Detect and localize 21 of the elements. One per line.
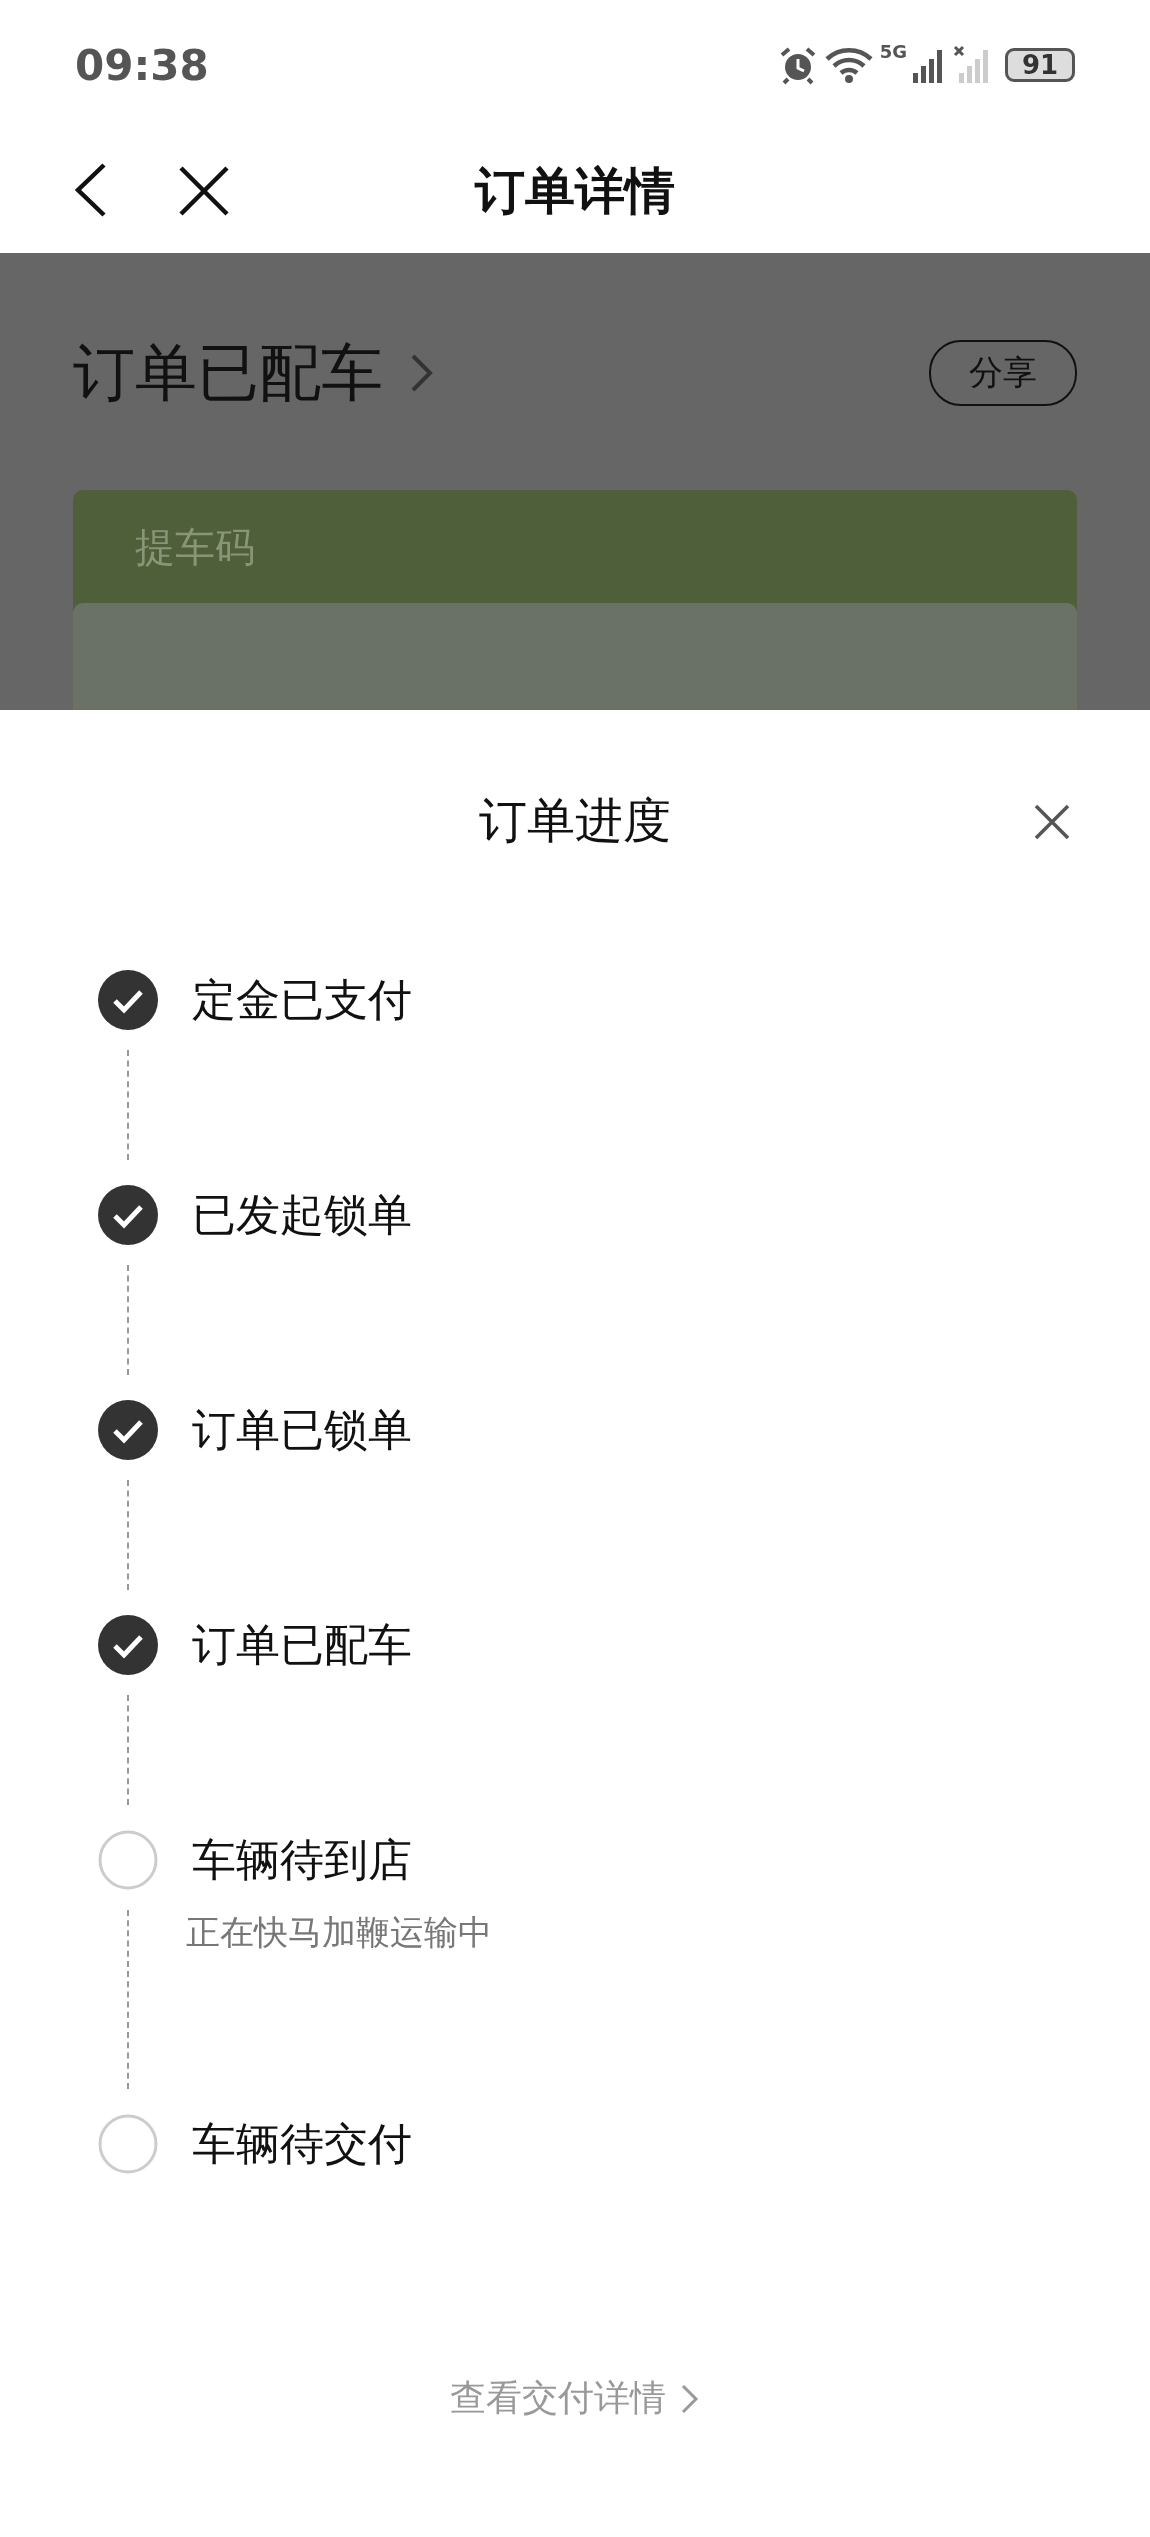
chevron-icon xyxy=(409,352,435,394)
step-label: 车辆待到店 xyxy=(192,1833,413,1887)
sheet-title: 订单进度 xyxy=(479,795,671,845)
step-label: 已发起锁单 xyxy=(192,1188,412,1242)
step-label: 车辆待交付 xyxy=(192,2117,412,2171)
battery-icon: 91 xyxy=(1005,48,1075,82)
network-type: 5G xyxy=(879,41,907,62)
delivery-details-link[interactable]: 查看交付详情 xyxy=(450,2374,666,2423)
pickup-label: 提车码 xyxy=(134,523,256,572)
status-time: 09:38 xyxy=(75,40,209,90)
close-icon[interactable] xyxy=(1033,803,1071,841)
wifi-icon xyxy=(823,45,874,85)
step-note: 正在快马加鞭运输中 xyxy=(186,1911,492,1954)
step-label: 订单已配车 xyxy=(192,1618,412,1672)
close-icon[interactable] xyxy=(178,165,230,217)
step-label: 订单已锁单 xyxy=(192,1403,412,1457)
page-title: 订单详情 xyxy=(475,161,675,222)
chevron-icon xyxy=(680,2382,700,2415)
step-label: 定金已支付 xyxy=(192,973,412,1027)
share-button[interactable]: 分享 xyxy=(929,340,1077,406)
order-status[interactable]: 订单已配车 xyxy=(73,331,383,415)
